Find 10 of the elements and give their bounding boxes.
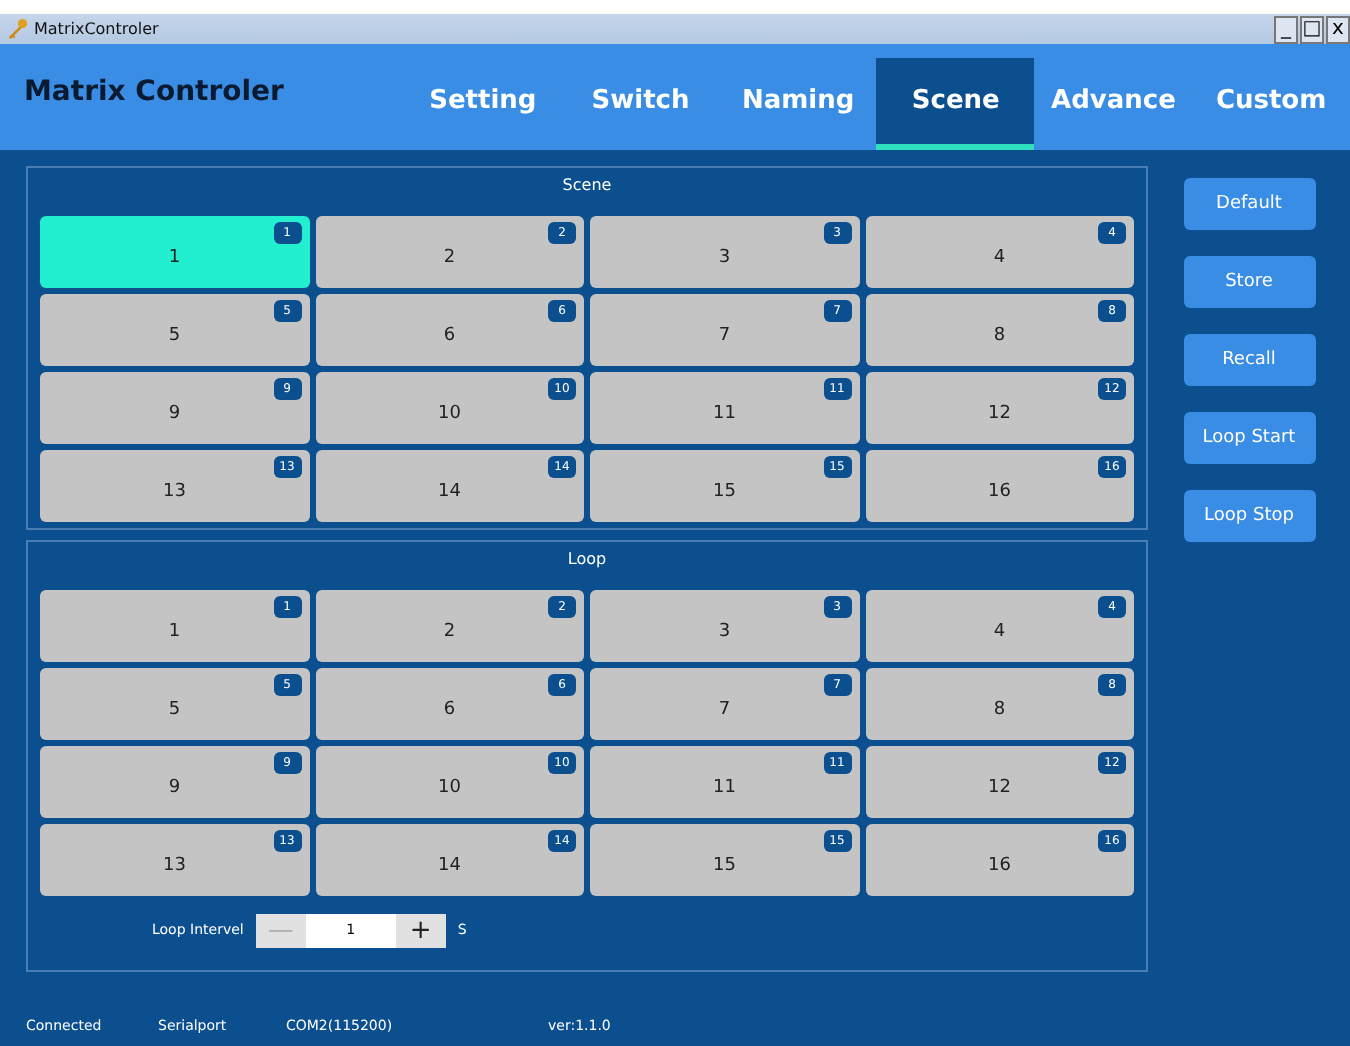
panel-title: Scene — [560, 174, 614, 198]
key-icon — [6, 18, 28, 40]
panel-title: Loop — [565, 548, 609, 572]
minimize-button[interactable]: _ — [1274, 15, 1298, 43]
app-title: Matrix Controler — [22, 73, 286, 111]
increment-button[interactable]: + — [395, 913, 446, 947]
maximize-button[interactable]: □ — [1300, 15, 1324, 43]
close-button[interactable]: x — [1326, 15, 1350, 43]
window-title: MatrixControler — [34, 20, 161, 38]
nav-tab[interactable]: Scene — [876, 58, 1035, 150]
